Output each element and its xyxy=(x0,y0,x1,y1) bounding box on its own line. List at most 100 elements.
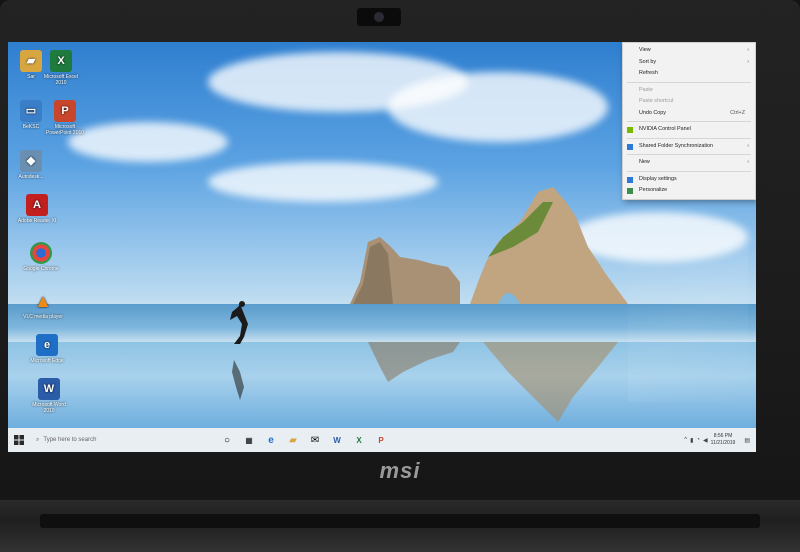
desktop-icon-excel[interactable]: X Microsoft Excel 2010 xyxy=(38,50,84,86)
taskbar-explorer-button[interactable]: ▰ xyxy=(282,429,304,451)
taskbar-word-button[interactable]: W xyxy=(326,429,348,451)
desktop-icon-vlc[interactable]: ▲ VLC media player xyxy=(20,290,66,320)
menu-item-label: New xyxy=(639,159,650,165)
desktop-icon-label: VLC media player xyxy=(23,314,63,320)
folder-icon: ▰ xyxy=(289,434,297,446)
menu-item-label: Sort by xyxy=(639,58,657,65)
desktop-screen: ▰ Sar X Microsoft Excel 2010 ▭ BeKSC P M… xyxy=(8,42,756,452)
desktop-icon-autodesk[interactable]: ◆ Autodesk... xyxy=(8,150,54,180)
nvidia-icon xyxy=(627,127,633,133)
webcam xyxy=(357,8,401,26)
search-icon: ⌕ xyxy=(36,436,40,443)
menu-separator xyxy=(627,121,751,122)
word-icon: W xyxy=(333,435,341,445)
menu-item-new[interactable]: New › xyxy=(623,157,755,169)
taskbar-clock[interactable]: 8:56 PM 11/21/2019 xyxy=(711,433,736,447)
task-view-button[interactable]: ○ xyxy=(216,429,238,451)
menu-item-personalize[interactable]: Personalize xyxy=(623,185,755,197)
start-button[interactable] xyxy=(8,429,30,451)
menu-item-label: Shared Folder Synchronization xyxy=(639,142,714,149)
display-icon xyxy=(627,176,633,183)
menu-separator xyxy=(627,137,751,139)
network-icon[interactable]: ◔ xyxy=(696,437,700,443)
desktop-context-menu: View › Sort by › Refresh Paste Paste shortcut U… xyxy=(622,42,756,200)
menu-item-label: View xyxy=(639,47,651,53)
system-tray: ^ ▮ ◔ ◀ 8:56 PM 11/21/2019 ▤ xyxy=(684,433,756,447)
menu-item-label: Paste xyxy=(639,86,653,93)
menu-item-sort-by[interactable]: Sort by › xyxy=(623,57,755,69)
menu-shortcut: Ctrl+Z xyxy=(730,109,745,116)
desktop-icon-label: BeKSC xyxy=(22,124,40,130)
computer-icon: ▭ xyxy=(20,100,42,122)
desktop-icon-label: Google Chrome xyxy=(23,266,59,272)
menu-item-paste-shortcut: Paste shortcut xyxy=(623,96,755,108)
app-icon: ◆ xyxy=(20,150,42,172)
desktop-icon-label: Sar xyxy=(27,74,35,80)
taskbar-excel-button[interactable]: X xyxy=(348,429,370,451)
menu-item-refresh[interactable]: Refresh xyxy=(623,68,755,80)
excel-icon: X xyxy=(50,50,72,72)
taskbar-edge-button[interactable]: e xyxy=(260,429,282,451)
menu-separator xyxy=(627,154,751,155)
powerpoint-icon: P xyxy=(54,100,76,122)
windows-logo-icon xyxy=(14,435,24,445)
menu-item-view[interactable]: View › xyxy=(623,45,755,57)
hinge-bar xyxy=(40,514,760,528)
menu-item-label: Personalize xyxy=(639,187,668,193)
menu-separator xyxy=(627,81,751,83)
excel-icon: X xyxy=(356,435,362,445)
acrobat-icon: A xyxy=(26,194,48,216)
menu-item-paste: Paste xyxy=(623,85,755,97)
chevron-right-icon: › xyxy=(747,142,749,149)
menu-separator xyxy=(627,170,751,172)
desktop-icon-label: Microsoft PowerPoint 2010 xyxy=(45,124,85,136)
word-icon: W xyxy=(38,378,60,400)
task-view-icon: ○ xyxy=(223,434,231,446)
grid-icon: ▦ xyxy=(245,435,253,445)
sync-icon xyxy=(627,143,633,150)
chevron-right-icon: › xyxy=(747,159,749,165)
edge-icon: e xyxy=(268,434,274,446)
vlc-icon: ▲ xyxy=(34,291,52,311)
brand-logo: msi xyxy=(379,458,421,483)
desktop-icon-acrobat[interactable]: A Adobe Reader XI xyxy=(14,194,60,224)
taskbar-store-button[interactable]: ✉ xyxy=(304,429,326,451)
desktop-icon-chrome[interactable]: Google Chrome xyxy=(18,242,64,272)
menu-item-shared-folder-synchronization[interactable]: Shared Folder Synchronization › xyxy=(623,141,755,153)
notification-icon[interactable]: ▤ xyxy=(744,437,750,444)
edge-icon: e xyxy=(36,334,58,356)
chrome-icon xyxy=(30,242,52,264)
menu-item-label: Undo Copy xyxy=(639,109,666,116)
taskbar-app-button[interactable]: ▦ xyxy=(238,429,260,451)
battery-icon[interactable]: ▮ xyxy=(690,437,693,444)
menu-item-label: Paste shortcut xyxy=(639,98,674,104)
menu-item-label: NVIDIA Control Panel xyxy=(639,126,691,132)
taskbar-powerpoint-button[interactable]: P xyxy=(370,429,392,451)
desktop-icon-powerpoint[interactable]: P Microsoft PowerPoint 2010 xyxy=(42,100,88,136)
store-icon: ✉ xyxy=(310,434,320,446)
chevron-right-icon: › xyxy=(747,58,749,65)
clock-time: 8:56 PM xyxy=(713,433,733,439)
chevron-right-icon: › xyxy=(747,47,749,53)
personalize-icon xyxy=(627,188,633,194)
menu-item-label: Refresh xyxy=(639,70,658,76)
taskbar-search[interactable]: ⌕ Type here to search xyxy=(30,431,176,449)
menu-item-undo-copy[interactable]: Undo Copy Ctrl+Z xyxy=(623,108,755,120)
desktop-icon-edge[interactable]: e Microsoft Edge xyxy=(24,334,70,364)
volume-icon[interactable]: ◀ xyxy=(703,437,708,444)
desktop-icon-label: Adobe Reader XI xyxy=(17,218,57,224)
menu-item-label: Display settings xyxy=(639,175,677,182)
desktop-icon-label: Microsoft Word 2010 xyxy=(32,402,66,414)
menu-item-nvidia-control-panel[interactable]: NVIDIA Control Panel xyxy=(623,124,755,136)
desktop-icon-label: Microsoft Excel 2010 xyxy=(44,74,78,86)
menu-item-display-settings[interactable]: Display settings xyxy=(623,174,755,186)
desktop-icon-word[interactable]: W Microsoft Word 2010 xyxy=(26,378,72,414)
clock-date: 11/21/2019 xyxy=(710,440,736,446)
screen-glare xyxy=(628,242,748,402)
chevron-up-icon[interactable]: ^ xyxy=(684,437,687,443)
taskbar: ⌕ Type here to search ○ ▦ e ▰ ✉ W X P ^ … xyxy=(8,428,756,452)
desktop-icon-label: Microsoft Edge xyxy=(30,358,64,364)
search-placeholder: Type here to search xyxy=(43,437,97,443)
powerpoint-icon: P xyxy=(378,435,384,445)
laptop-hinge xyxy=(0,500,800,552)
